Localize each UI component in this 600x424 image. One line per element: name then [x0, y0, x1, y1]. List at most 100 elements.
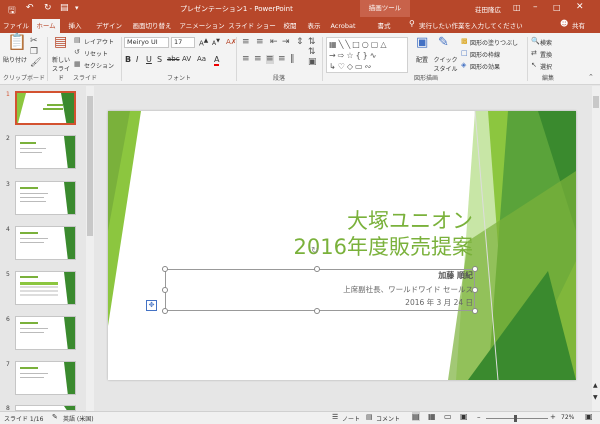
slide-title[interactable]: 大塚ユニオン 2016年度販売提案 [208, 208, 473, 260]
slide-thumbnail[interactable] [15, 271, 76, 305]
align-center-icon[interactable]: ≡ [254, 55, 262, 64]
slide-sorter-icon[interactable]: ▦ [428, 412, 436, 421]
shape-arrow-icon[interactable]: → [329, 51, 338, 60]
paste-icon[interactable]: 📋 [7, 34, 27, 50]
tab-slideshow[interactable]: スライド ショー [228, 19, 276, 33]
zoom-level[interactable]: 72% [561, 414, 574, 421]
text-direction-icon[interactable]: ⇅ [308, 38, 316, 47]
fit-slide-icon[interactable]: ▣ [585, 412, 593, 421]
tab-format[interactable]: 書式 [364, 19, 404, 33]
resize-handle[interactable] [314, 308, 320, 314]
shape-star-icon[interactable]: ☆ [346, 51, 355, 60]
strikethrough-icon[interactable]: abc [167, 55, 180, 63]
format-painter-icon[interactable]: 🖌 [30, 59, 41, 68]
quick-style-button[interactable]: クイック スタイル [433, 55, 458, 73]
user-name[interactable]: 荘田隆広 [475, 4, 501, 14]
slide-thumbnail[interactable] [15, 316, 76, 350]
slide-canvas[interactable]: 大塚ユニオン 2016年度販売提案 ↻ 加藤 順紀 上席副社長、ワールドワイド … [108, 111, 576, 380]
tab-home[interactable]: ホーム [32, 19, 60, 33]
justify-icon[interactable]: ≡ [278, 55, 286, 64]
normal-view-icon[interactable]: ▤ [412, 412, 420, 421]
zoom-slider-thumb[interactable] [514, 415, 517, 422]
font-name-box[interactable]: Meiryo UI [124, 37, 169, 48]
redo-icon[interactable]: ↻ [44, 3, 52, 13]
arrange-button[interactable]: 配置 [416, 55, 428, 64]
undo-icon[interactable]: ↶ [26, 3, 34, 13]
resize-handle[interactable] [162, 308, 168, 314]
tab-review[interactable]: 校閲 [279, 19, 301, 33]
slide-thumbnail[interactable] [15, 361, 76, 395]
decrease-indent-icon[interactable]: ⇤ [270, 38, 278, 47]
quick-style-icon[interactable]: ✎ [438, 36, 449, 49]
columns-icon[interactable]: ‖ [290, 55, 295, 64]
tab-insert[interactable]: 挿入 [62, 19, 88, 33]
share-button[interactable]: 共有 [572, 20, 585, 30]
tab-design[interactable]: デザイン [91, 19, 127, 33]
paste-label[interactable]: 貼り付け [3, 55, 27, 64]
present-icon[interactable]: ▤ [60, 3, 69, 13]
comments-button[interactable]: コメント [376, 414, 400, 423]
qat-dropdown-icon[interactable]: ▾ [75, 4, 79, 12]
close-button[interactable]: ✕ [576, 2, 584, 12]
zoom-slider[interactable] [486, 418, 548, 419]
shape-brace-icon[interactable]: } [363, 51, 370, 60]
shape-oval-icon[interactable]: ○ [362, 40, 371, 49]
shape-triangle-icon[interactable]: △ [380, 40, 388, 49]
shrink-font-icon[interactable]: A▼ [212, 38, 220, 47]
align-left-icon[interactable]: ≡ [242, 55, 250, 64]
tab-acrobat[interactable]: Acrobat [328, 19, 358, 33]
font-size-box[interactable]: 17 [171, 37, 195, 48]
shape-rect-icon[interactable]: □ [352, 40, 362, 49]
notes-button[interactable]: ノート [342, 414, 360, 423]
change-case-icon[interactable]: Aa [197, 55, 206, 63]
char-spacing-icon[interactable]: AV [182, 55, 191, 63]
reset-button[interactable]: リセット [84, 49, 108, 58]
next-slide-icon[interactable]: ▼ [593, 394, 598, 401]
zoom-in-icon[interactable]: + [550, 413, 556, 421]
shape-curve-icon[interactable]: ∿ [370, 51, 379, 60]
scroll-thumb[interactable] [593, 96, 599, 108]
scroll-thumb[interactable] [87, 96, 93, 236]
align-right-icon[interactable]: ≡ [266, 55, 274, 64]
grow-font-icon[interactable]: A▲ [199, 38, 208, 47]
ribbon-display-icon[interactable]: ◫ [513, 3, 521, 12]
tab-file[interactable]: ファイル [2, 19, 30, 33]
layout-options-icon[interactable]: ✥ [146, 300, 157, 311]
select-button[interactable]: 選択 [540, 62, 552, 71]
shapes-gallery[interactable]: ▦╲╲□○▢△ →⇨☆{}∿ ↳♡◇▭∾ [326, 37, 408, 73]
copy-icon[interactable]: ❐ [30, 48, 38, 57]
new-slide-icon[interactable]: ▤ [54, 35, 67, 49]
spelling-icon[interactable]: ✎ [52, 413, 58, 421]
shape-fill-button[interactable]: 図形の塗りつぶし [470, 38, 518, 47]
slide-thumbnail[interactable] [15, 135, 76, 169]
reading-view-icon[interactable]: ▭ [444, 412, 452, 421]
bold-icon[interactable]: B [125, 55, 131, 64]
thumbnail-scrollbar[interactable] [86, 86, 94, 411]
underline-icon[interactable]: U [146, 55, 152, 64]
tab-transitions[interactable]: 画面切り替え [128, 19, 176, 33]
shape-heart-icon[interactable]: ♡ [338, 62, 347, 71]
collapse-ribbon-icon[interactable]: ⌃ [588, 73, 594, 82]
language-indicator[interactable]: 英語 (米国) [63, 414, 94, 423]
numbering-icon[interactable]: ≡ [256, 38, 264, 47]
bullets-icon[interactable]: ≡ [242, 38, 250, 47]
resize-handle[interactable] [162, 287, 168, 293]
replace-button[interactable]: 置換 [540, 50, 552, 59]
shape-flow-icon[interactable]: ◇ [347, 62, 355, 71]
section-button[interactable]: セクション [84, 61, 114, 70]
tell-me-box[interactable]: 実行したい作業を入力してください [419, 20, 523, 30]
layout-button[interactable]: レイアウト [84, 37, 114, 46]
shape-rect-icon[interactable]: ▢ [371, 40, 381, 49]
slide-thumbnail[interactable] [15, 91, 76, 125]
tab-animations[interactable]: アニメーション [178, 19, 226, 33]
resize-handle[interactable] [162, 266, 168, 272]
editor-scrollbar[interactable]: ▲ ▼ [592, 86, 600, 411]
shape-effects-button[interactable]: 図形の効果 [470, 62, 500, 71]
tab-view[interactable]: 表示 [303, 19, 325, 33]
shape-curve-icon[interactable]: ∾ [365, 62, 374, 71]
shape-brace-icon[interactable]: { [356, 51, 363, 60]
slideshow-view-icon[interactable]: ▣ [460, 412, 468, 421]
shape-arrow-icon[interactable]: ↳ [329, 62, 338, 71]
minimize-button[interactable]: – [533, 2, 538, 12]
zoom-out-icon[interactable]: – [477, 413, 481, 421]
